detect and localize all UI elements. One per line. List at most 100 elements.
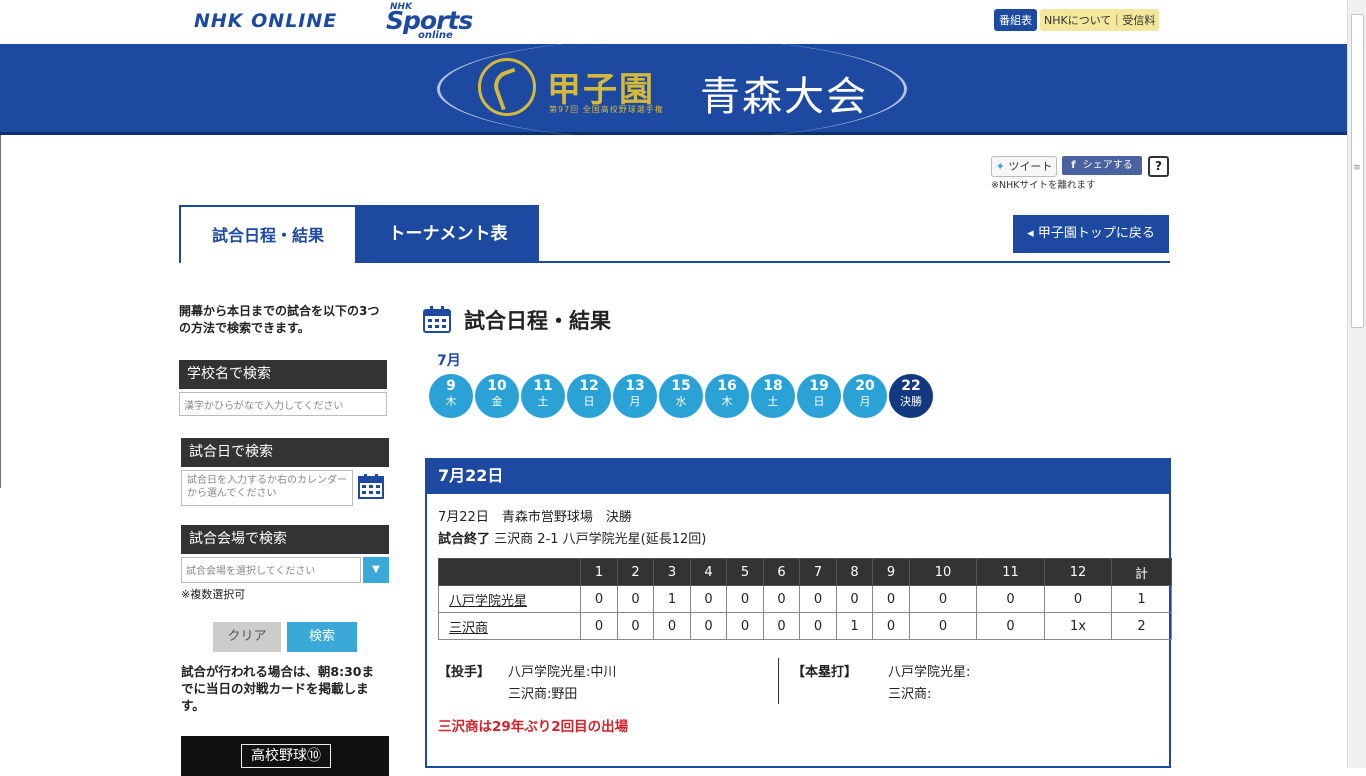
result-status: 試合終了 [438, 532, 491, 547]
date-day: 9 [446, 378, 456, 394]
homerun-team-2: 三沢商: [888, 687, 932, 702]
inning-header: 8 [836, 558, 873, 586]
twitter-bird-icon: ✦ [995, 160, 1005, 173]
date-day: 15 [671, 378, 691, 394]
inning-header: 4 [690, 558, 727, 586]
date-search-heading: 試合日で検索 [181, 438, 389, 467]
inning-header [438, 558, 581, 586]
date-day: 11 [533, 378, 553, 394]
score-cell: 0 [872, 612, 910, 640]
score-cell: 0 [580, 585, 618, 613]
date-day: 19 [809, 378, 829, 394]
program-guide-link[interactable]: 番組表 [994, 9, 1037, 31]
day-heading: 7月22日 [425, 458, 1171, 494]
chevron-down-icon[interactable]: ▼ [363, 557, 389, 583]
date-button[interactable]: 13 月 [613, 374, 657, 418]
tweet-label: ツイート [1008, 160, 1053, 173]
score-cell: 0 [909, 612, 977, 640]
school-search-input[interactable]: 漢字かひらがなで入力してください [179, 392, 387, 416]
facebook-share-button[interactable]: f シェアする [1062, 156, 1142, 175]
date-button[interactable]: 19 日 [797, 374, 841, 418]
score-cell: 0 [653, 612, 691, 640]
pitcher-label: 【投手】 [438, 665, 491, 680]
scoreboard-header-row: 1 2 3 4 5 6 7 8 9 10 11 12 計 [438, 558, 1172, 586]
tab-schedule[interactable]: 試合日程・結果 [179, 205, 357, 263]
back-arrow-icon: ◂ [1027, 226, 1038, 241]
koshien-emblem-icon [478, 58, 536, 116]
score-cell: 0 [580, 612, 618, 640]
inning-header: 計 [1111, 558, 1172, 586]
date-search-input[interactable]: 試合日を入力するか右のカレンダーから選んでください [181, 470, 353, 506]
score-cell: 1 [653, 585, 691, 613]
game-info: 7月22日 青森市営野球場 決勝 [438, 510, 632, 525]
inning-header: 9 [872, 558, 910, 586]
help-icon[interactable]: ? [1148, 156, 1169, 177]
divider [778, 658, 779, 704]
date-button[interactable]: 15 水 [659, 374, 703, 418]
month-label: 7月 [437, 353, 461, 369]
inning-header: 7 [799, 558, 837, 586]
date-button[interactable]: 18 土 [751, 374, 795, 418]
scrollbar-grip-icon: ≡ [1353, 163, 1361, 173]
score-cell: 0 [976, 612, 1045, 640]
sidebar-footer-note: 試合が行われる場合は、朝8:30までに当日の対戦カードを掲載します。 [181, 664, 374, 713]
venue-search-heading: 試合会場で検索 [181, 525, 389, 554]
banner-region-title: 青森大会 [700, 74, 868, 120]
date-button[interactable]: 9木 [429, 374, 473, 418]
date-weekday: 土 [537, 395, 549, 408]
score-cell: 0 [1044, 585, 1112, 613]
about-nhk-link[interactable]: NHKについて｜受信料 [1040, 9, 1160, 31]
date-button[interactable]: 10 金 [475, 374, 519, 418]
calendar-picker-icon[interactable] [358, 473, 384, 499]
back-to-koshien-button[interactable]: ◂ 甲子園トップに戻る [1013, 215, 1169, 253]
team-link[interactable]: 八戸学院光星 [438, 585, 581, 613]
team-link[interactable]: 三沢商 [438, 612, 581, 640]
score-cell: 0 [690, 612, 727, 640]
search-button[interactable]: 検索 [287, 622, 357, 652]
score-cell: 0 [763, 585, 800, 613]
score-cell: 0 [909, 585, 977, 613]
share-note: ※NHKサイトを離れます [991, 180, 1096, 191]
date-button[interactable]: 22 決勝 [889, 374, 933, 418]
inning-header: 10 [909, 558, 977, 586]
date-button[interactable]: 11 土 [521, 374, 565, 418]
facebook-share-label: シェアする [1082, 160, 1133, 171]
koshien-video-banner[interactable]: 高校野球⑩ [181, 736, 389, 776]
score-cell: 0 [617, 612, 654, 640]
date-weekday: 月 [629, 395, 641, 408]
date-weekday: 水 [675, 395, 687, 408]
venue-select[interactable]: 試合会場を選択してください [181, 557, 361, 583]
tweet-button[interactable]: ✦ ツイート [991, 156, 1057, 177]
date-button[interactable]: 12 日 [567, 374, 611, 418]
tab-underline [357, 261, 1170, 263]
inning-header: 5 [726, 558, 764, 586]
date-day: 13 [625, 378, 645, 394]
date-button[interactable]: 16 木 [705, 374, 749, 418]
pitcher-team-2: 三沢商:野田 [508, 687, 578, 702]
tab-tournament[interactable]: トーナメント表 [357, 205, 539, 263]
table-row: 三沢商 0 0 0 0 0 0 0 1 0 0 0 1x 2 [438, 612, 1172, 640]
multi-select-note: ※複数選択可 [181, 588, 246, 601]
date-weekday: 決勝 [900, 395, 922, 408]
calendar-icon [423, 306, 451, 333]
pitcher-team-1: 八戸学院光星:中川 [508, 665, 617, 680]
score-cell: 2 [1111, 612, 1172, 640]
date-day: 22 [901, 378, 921, 394]
inning-header: 6 [763, 558, 800, 586]
date-button[interactable]: 20 月 [843, 374, 887, 418]
score-cell: 0 [836, 585, 873, 613]
homerun-team-1: 八戸学院光星: [888, 665, 971, 680]
banner-subtitle: 第97回 全国高校野球選手権 [549, 105, 664, 114]
nhk-online-logo[interactable]: NHK ONLINE [194, 10, 337, 32]
date-weekday: 金 [491, 395, 503, 408]
date-weekday: 日 [813, 395, 825, 408]
date-day: 12 [579, 378, 599, 394]
inning-header: 3 [653, 558, 691, 586]
score-cell: 0 [976, 585, 1045, 613]
score-cell: 0 [763, 612, 800, 640]
page-title: 試合日程・結果 [464, 309, 611, 333]
date-weekday: 月 [859, 395, 871, 408]
back-button-label: 甲子園トップに戻る [1037, 226, 1155, 241]
clear-button[interactable]: クリア [213, 622, 281, 652]
vertical-scrollbar[interactable]: ≡ [1347, 0, 1366, 768]
